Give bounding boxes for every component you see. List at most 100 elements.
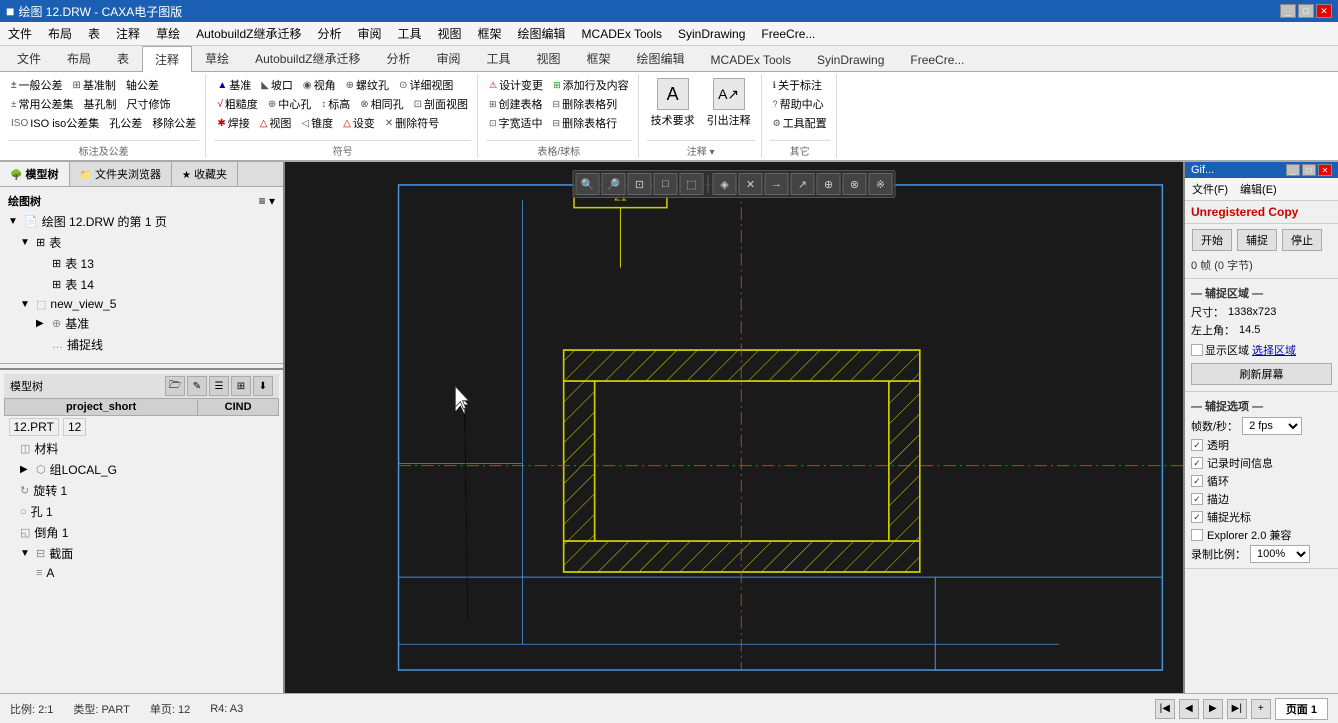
- page-last-btn[interactable]: ▶|: [1227, 699, 1247, 719]
- start-btn[interactable]: 开始: [1192, 229, 1232, 251]
- menu-syindrawing[interactable]: SyinDrawing: [670, 24, 753, 44]
- tab-sketch[interactable]: 草绘: [192, 45, 242, 71]
- table-group-node[interactable]: ▼ ⊞ 表: [4, 232, 279, 253]
- btn-tech-req[interactable]: A 技术要求: [647, 76, 699, 130]
- zoom-in-btn[interactable]: 🔍: [576, 173, 600, 195]
- menu-mcadex[interactable]: MCADEx Tools: [574, 24, 670, 44]
- pause-btn[interactable]: 辅捉: [1237, 229, 1277, 251]
- view-node[interactable]: ▼ ⬚ new_view_5: [4, 295, 279, 313]
- btn-datum-system[interactable]: ⊞ 基准制: [70, 76, 119, 94]
- drawing-file-node[interactable]: ▼ 📄 绘图 12.DRW 的第 1 页: [4, 211, 279, 232]
- datum-node[interactable]: ▶ ⊕ 基准: [4, 313, 279, 334]
- chamfer-node[interactable]: ◱ 倒角 1: [4, 522, 279, 543]
- section-node[interactable]: ▼ ⊟ 截面: [4, 543, 279, 564]
- menu-annotation[interactable]: 注释: [108, 22, 148, 45]
- model-tree-btn4[interactable]: ⊞: [231, 376, 251, 396]
- table14-node[interactable]: ⊞ 表 14: [4, 274, 279, 295]
- select-right-btn[interactable]: →: [765, 173, 789, 195]
- btn-help[interactable]: ? 帮助中心: [770, 95, 827, 113]
- page-tab-1[interactable]: 页面 1: [1275, 698, 1328, 720]
- page-add-btn[interactable]: +: [1251, 699, 1271, 719]
- btn-change[interactable]: △ 设变: [340, 114, 378, 132]
- page-next-btn[interactable]: ▶: [1203, 699, 1223, 719]
- menu-table[interactable]: 表: [80, 22, 108, 45]
- menu-autobuildz[interactable]: AutobuildZ继承迁移: [188, 22, 309, 45]
- btn-del-row[interactable]: ⊟ 删除表格行: [550, 114, 621, 132]
- tab-table[interactable]: 表: [104, 45, 142, 71]
- btn-taper[interactable]: ◁ 锥度: [298, 114, 336, 132]
- btn-view-angle[interactable]: ◉ 视角: [300, 76, 339, 94]
- hole-node[interactable]: ○ 孔 1: [4, 501, 279, 522]
- menu-drawing-edit[interactable]: 绘图编辑: [510, 22, 574, 45]
- btn-dim-decoration[interactable]: 尺寸修饰: [124, 95, 174, 113]
- btn-weld[interactable]: ✱ 焊接: [214, 114, 252, 132]
- menu-review[interactable]: 审阅: [349, 22, 389, 45]
- btn-same-hole[interactable]: ⊗ 相同孔: [357, 95, 406, 113]
- other-btn[interactable]: ※: [869, 173, 893, 195]
- model-tree-btn2[interactable]: ✎: [187, 376, 207, 396]
- panel-tab-folder[interactable]: 📁 文件夹浏览器: [70, 162, 173, 186]
- btn-del-symbol[interactable]: ✕ 删除符号: [382, 114, 442, 132]
- local-g-node[interactable]: ▶ ⬡ 组LOCAL_G: [4, 459, 279, 480]
- tab-autobuildz[interactable]: AutobuildZ继承迁移: [242, 45, 373, 71]
- btn-hole-basis[interactable]: 基孔制: [81, 95, 120, 113]
- explorer-checkbox[interactable]: [1191, 529, 1203, 541]
- btn-shaft-tolerance[interactable]: 轴公差: [123, 76, 162, 94]
- select-cross-btn[interactable]: ↗: [791, 173, 815, 195]
- model-tree-btn3[interactable]: ☰: [209, 376, 229, 396]
- btn-add-row[interactable]: ⊞ 添加行及内容: [550, 76, 632, 94]
- zoom-out-btn[interactable]: 🔎: [602, 173, 626, 195]
- tab-syindrawing[interactable]: SyinDrawing: [804, 48, 897, 71]
- zoom-fit-btn[interactable]: ⊡: [628, 173, 652, 195]
- right-minimize-btn[interactable]: _: [1286, 164, 1300, 176]
- tree-options-icon[interactable]: ≡ ▾: [259, 194, 275, 208]
- poly-select-btn[interactable]: ⊗: [843, 173, 867, 195]
- menu-tools[interactable]: 工具: [389, 22, 429, 45]
- section-a-node[interactable]: ≡ A: [4, 564, 279, 582]
- stop-btn[interactable]: 停止: [1282, 229, 1322, 251]
- btn-common-tolerance[interactable]: ± 常用公差集: [8, 95, 77, 113]
- model-tree-scroll[interactable]: ⬇: [253, 376, 273, 396]
- refresh-btn[interactable]: 刷新屏幕: [1191, 363, 1332, 385]
- btn-general-tolerance[interactable]: ± 一般公差: [8, 76, 66, 94]
- btn-datum-mark[interactable]: ▲ 基准: [214, 76, 254, 94]
- revolve-node[interactable]: ↻ 旋转 1: [4, 480, 279, 501]
- transparent-checkbox[interactable]: [1191, 439, 1203, 451]
- right-menu-file[interactable]: 文件(F): [1186, 179, 1234, 199]
- btn-section-view[interactable]: ⊡ 剖面视图: [411, 95, 471, 113]
- fps-select[interactable]: 2 fps 5 fps 10 fps: [1242, 417, 1302, 435]
- panel-tab-favorites[interactable]: ★ 收藏夹: [172, 162, 238, 186]
- page-prev-btn[interactable]: ◀: [1179, 699, 1199, 719]
- tab-mcadex[interactable]: MCADEx Tools: [698, 48, 804, 71]
- tab-annotation[interactable]: 注释: [142, 46, 192, 72]
- pan-btn[interactable]: ⬚: [680, 173, 704, 195]
- btn-thread-hole[interactable]: ⊕ 螺纹孔: [343, 76, 392, 94]
- zoom-box-btn[interactable]: □: [654, 173, 678, 195]
- close-button[interactable]: ✕: [1316, 4, 1332, 18]
- model-file-row[interactable]: 12.PRT 12: [5, 416, 198, 438]
- cursor-checkbox[interactable]: [1191, 511, 1203, 523]
- scale-select[interactable]: 100% 75% 50%: [1250, 545, 1310, 563]
- select-region-btn[interactable]: 选择区域: [1252, 342, 1296, 358]
- btn-remove-tolerance[interactable]: 移除公差: [149, 114, 199, 132]
- loop-checkbox[interactable]: [1191, 475, 1203, 487]
- tab-drawing[interactable]: 绘图编辑: [624, 45, 698, 71]
- btn-about-annotation[interactable]: ℹ 关于标注: [770, 76, 825, 94]
- btn-char-width[interactable]: ⊡ 字宽适中: [486, 114, 546, 132]
- menu-sketch[interactable]: 草绘: [148, 22, 188, 45]
- right-maximize-btn[interactable]: □: [1302, 164, 1316, 176]
- tab-analysis[interactable]: 分析: [373, 45, 423, 71]
- border-checkbox[interactable]: [1191, 493, 1203, 505]
- btn-center-hole[interactable]: ⊕ 中心孔: [265, 95, 314, 113]
- btn-hole-tolerance[interactable]: 孔公差: [106, 114, 145, 132]
- tab-view[interactable]: 视图: [524, 45, 574, 71]
- btn-tool-config[interactable]: ⚙ 工具配置: [770, 114, 830, 132]
- menu-layout[interactable]: 布局: [40, 22, 80, 45]
- menu-analysis[interactable]: 分析: [309, 22, 349, 45]
- panel-tab-model[interactable]: 🌳 模型树: [0, 162, 70, 186]
- material-node[interactable]: ◫ 材料: [4, 438, 279, 459]
- table13-node[interactable]: ⊞ 表 13: [4, 253, 279, 274]
- right-menu-edit[interactable]: 编辑(E): [1234, 179, 1283, 199]
- tab-layout[interactable]: 布局: [54, 45, 104, 71]
- tab-review[interactable]: 审阅: [423, 45, 473, 71]
